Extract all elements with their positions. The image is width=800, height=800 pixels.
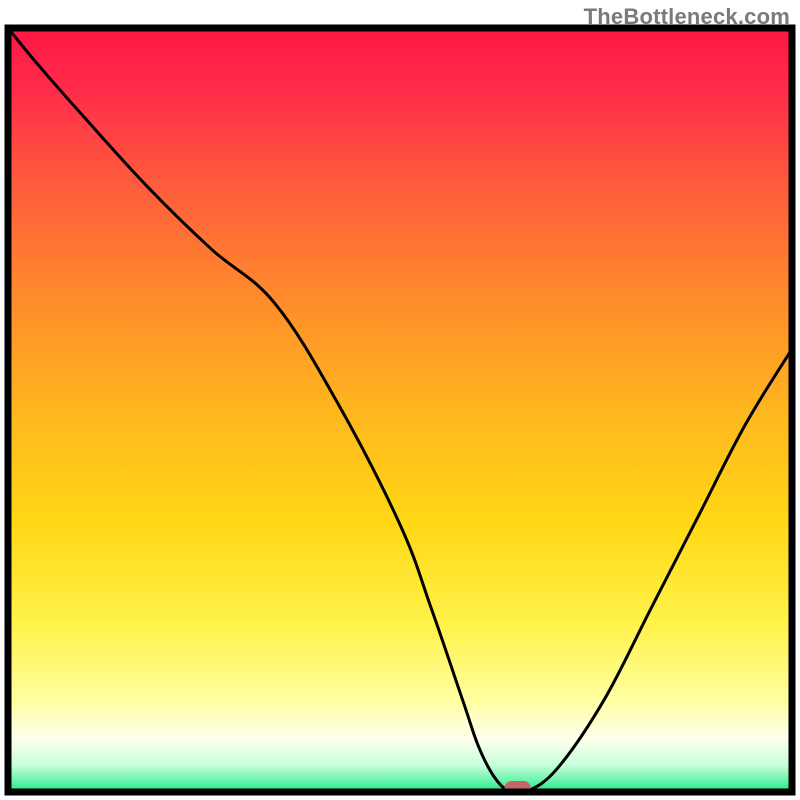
- watermark-text: TheBottleneck.com: [584, 4, 790, 30]
- chart-background-gradient: [8, 28, 792, 792]
- bottleneck-chart: [0, 0, 800, 800]
